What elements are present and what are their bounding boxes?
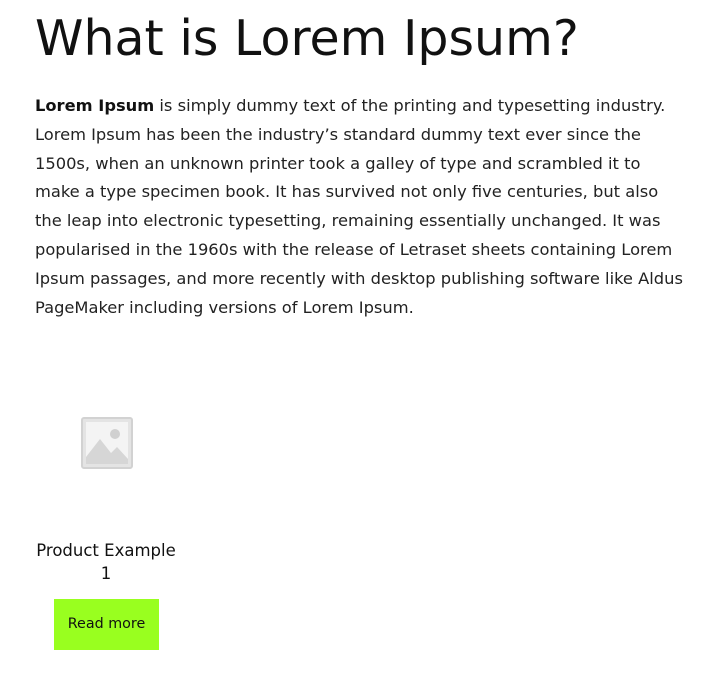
intro-bold-term: Lorem Ipsum xyxy=(35,96,155,115)
product-card: Product Example 1 Read more xyxy=(35,410,177,660)
intro-body-text: is simply dummy text of the printing and… xyxy=(35,96,683,317)
page-title: What is Lorem Ipsum? xyxy=(35,10,579,67)
intro-paragraph: Lorem Ipsum is simply dummy text of the … xyxy=(35,92,685,322)
read-more-button[interactable]: Read more xyxy=(54,599,159,650)
product-title[interactable]: Product Example 1 xyxy=(35,539,177,585)
image-placeholder-icon[interactable] xyxy=(81,417,133,469)
